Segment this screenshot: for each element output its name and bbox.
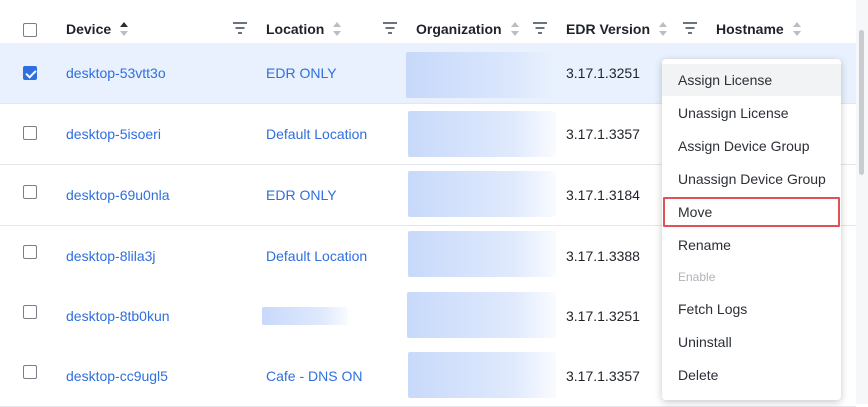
- sort-arrows-icon[interactable]: [792, 22, 802, 36]
- menu-item-enable: Enable: [678, 270, 716, 284]
- organization-redacted: [408, 352, 556, 398]
- row-checkbox[interactable]: [23, 365, 37, 379]
- sort-arrows-icon[interactable]: [658, 22, 668, 36]
- organization-redacted: [407, 292, 556, 338]
- edr-version: 3.17.1.3357: [566, 126, 640, 142]
- sort-arrows-icon[interactable]: [119, 22, 129, 36]
- scrollbar-thumb[interactable]: [859, 30, 864, 175]
- edr-version: 3.17.1.3251: [566, 308, 640, 324]
- device-link[interactable]: desktop-53vtt3o: [66, 43, 166, 103]
- device-link[interactable]: desktop-8lila3j: [66, 226, 156, 286]
- filter-icon[interactable]: [383, 22, 397, 34]
- column-device-label: Device: [66, 21, 112, 37]
- edr-version: 3.17.1.3184: [566, 187, 640, 203]
- vertical-scrollbar[interactable]: [856, 0, 868, 404]
- edr-version: 3.17.1.3388: [566, 248, 640, 264]
- organization-redacted: [408, 231, 556, 277]
- column-edr-version-label: EDR Version: [566, 21, 651, 37]
- menu-item-assign-device-group[interactable]: Assign Device Group: [662, 130, 841, 162]
- sort-arrows-icon[interactable]: [510, 22, 520, 36]
- device-link[interactable]: desktop-8tb0kun: [66, 286, 170, 346]
- row-checkbox[interactable]: [23, 185, 37, 199]
- row-checkbox[interactable]: [23, 126, 37, 140]
- organization-redacted: [406, 52, 556, 98]
- row-checkbox[interactable]: [23, 66, 37, 80]
- menu-item-move[interactable]: Move: [662, 196, 841, 228]
- filter-icon[interactable]: [683, 22, 697, 34]
- row-checkbox[interactable]: [23, 305, 37, 319]
- menu-item-unassign-device-group[interactable]: Unassign Device Group: [662, 163, 841, 195]
- location-link[interactable]: EDR ONLY: [266, 43, 337, 103]
- column-organization-label: Organization: [416, 21, 502, 37]
- location-link[interactable]: Cafe - DNS ON: [266, 346, 362, 406]
- location-redacted: [262, 307, 348, 325]
- menu-item-assign-license[interactable]: Assign License: [662, 64, 841, 96]
- device-link[interactable]: desktop-5isoeri: [66, 104, 161, 164]
- organization-redacted: [408, 171, 556, 217]
- location-link[interactable]: EDR ONLY: [266, 165, 337, 225]
- column-hostname-label: Hostname: [716, 21, 784, 37]
- filter-icon[interactable]: [233, 22, 247, 34]
- device-link[interactable]: desktop-cc9ugl5: [66, 346, 168, 406]
- edr-version: 3.17.1.3251: [566, 65, 640, 81]
- edr-version: 3.17.1.3357: [566, 368, 640, 384]
- device-link[interactable]: desktop-69u0nla: [66, 165, 170, 225]
- column-location-label: Location: [266, 21, 325, 37]
- filter-icon[interactable]: [533, 22, 547, 34]
- select-all-checkbox[interactable]: [23, 23, 37, 37]
- context-menu: Assign License Unassign License Assign D…: [662, 59, 841, 400]
- location-link[interactable]: Default Location: [266, 104, 367, 164]
- sort-arrows-icon[interactable]: [332, 22, 342, 36]
- location-link[interactable]: Default Location: [266, 226, 367, 286]
- menu-item-delete[interactable]: Delete: [662, 359, 841, 391]
- menu-item-fetch-logs[interactable]: Fetch Logs: [662, 293, 841, 325]
- menu-item-uninstall[interactable]: Uninstall: [662, 326, 841, 358]
- organization-redacted: [408, 111, 556, 157]
- menu-item-rename[interactable]: Rename: [662, 229, 841, 261]
- row-checkbox[interactable]: [23, 245, 37, 259]
- menu-item-unassign-license[interactable]: Unassign License: [662, 97, 841, 129]
